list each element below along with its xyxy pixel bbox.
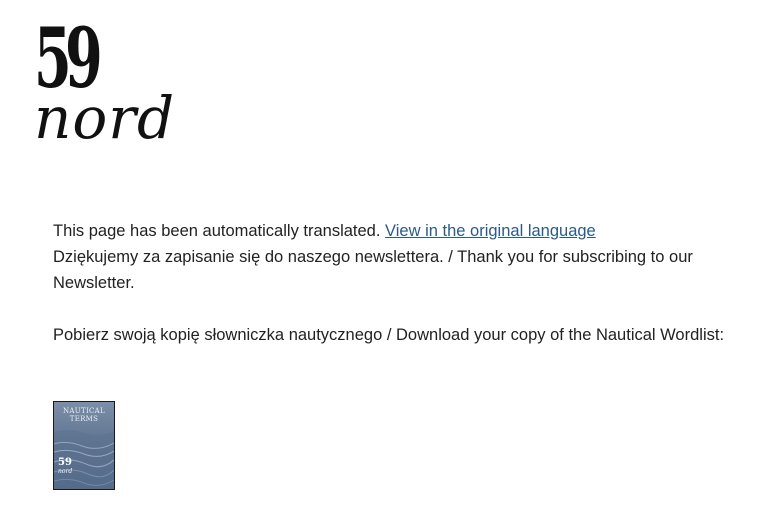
cover-title: NAUTICAL TERMS [54,407,114,423]
download-message: Pobierz swoją kopię słowniczka nautyczne… [53,326,725,344]
view-original-language-link[interactable]: View in the original language [385,222,596,240]
logo-word: nord [34,84,176,152]
cover-logo: 59 nord [58,457,73,476]
cover-title-line2: TERMS [69,415,99,423]
main-content: This page has been automatically transla… [53,218,743,348]
translation-notice: This page has been automatically transla… [53,218,743,244]
cover-logo-number: 59 [58,457,72,468]
cover-logo-word: nord [58,468,73,475]
translation-notice-text: This page has been automatically transla… [53,222,381,240]
wordlist-cover-image[interactable]: NAUTICAL TERMS 59 nord [53,401,115,490]
brand-logo: 59 nord [34,18,174,156]
cover-title-line1: NAUTICAL [63,407,105,415]
thank-you-message: Dziękujemy za zapisanie się do naszego n… [53,248,693,292]
